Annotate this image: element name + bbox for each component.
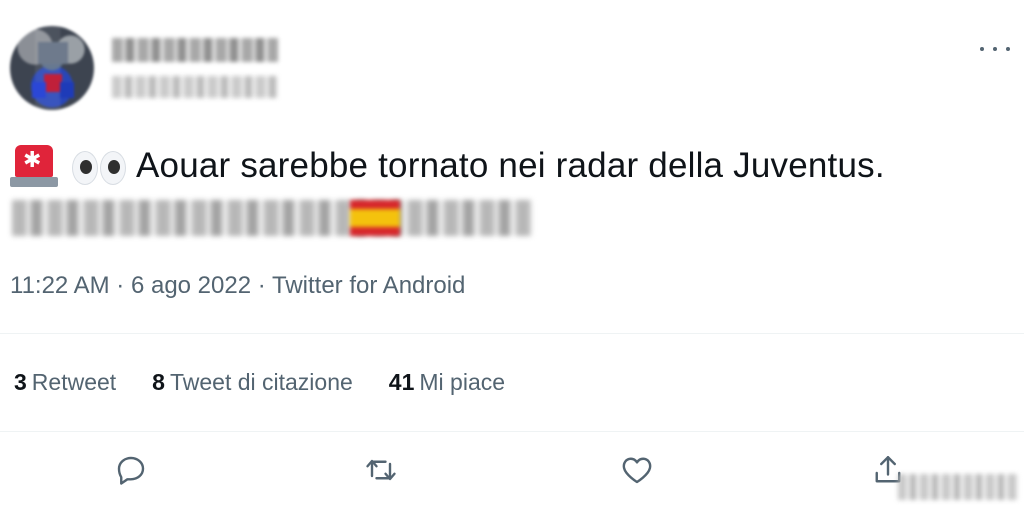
divider: [0, 431, 1024, 432]
police-light-emoji-icon: ✱: [10, 143, 58, 189]
divider: [0, 333, 1024, 334]
reply-icon: [117, 456, 145, 485]
reply-button[interactable]: [113, 452, 149, 488]
likes-label: Mi piace: [419, 369, 506, 395]
retweets-label: Retweet: [31, 369, 117, 395]
meta-separator: ·: [109, 272, 131, 299]
tweet-date[interactable]: 6 ago 2022: [131, 272, 251, 299]
blurred-watermark: [898, 474, 1018, 500]
more-options-button[interactable]: [980, 42, 1010, 56]
retweet-icon: [366, 459, 396, 481]
spain-flag-icon: [350, 200, 400, 236]
tweet-source[interactable]: Twitter for Android: [272, 272, 465, 299]
blurred-source-credit: [12, 200, 532, 236]
user-avatar[interactable]: [10, 26, 94, 110]
eyes-emoji-icon: [70, 143, 126, 189]
dot-icon: [1006, 47, 1010, 51]
tweet-text: Aouar sarebbe tornato nei radar della Ju…: [136, 146, 885, 185]
retweets-stat[interactable]: 3 Retweet: [14, 369, 116, 396]
quote-tweets-stat[interactable]: 8 Tweet di citazione: [152, 369, 353, 396]
quotes-label: Tweet di citazione: [169, 369, 353, 395]
action-bar: [0, 452, 1024, 492]
retweets-count: 3: [14, 369, 27, 395]
meta-separator: ·: [251, 272, 272, 299]
tweet-time[interactable]: 11:22 AM: [10, 272, 110, 299]
like-button[interactable]: [619, 452, 655, 488]
engagement-stats: 3 Retweet 8 Tweet di citazione 41 Mi piace: [14, 369, 541, 396]
dot-icon: [993, 47, 997, 51]
quotes-count: 8: [152, 369, 165, 395]
blurred-username[interactable]: [112, 76, 278, 98]
likes-count: 41: [388, 369, 415, 395]
tweet-body: ✱ Aouar sarebbe tornato nei radar della …: [10, 141, 885, 191]
tweet-metadata: 11:22 AM · 6 ago 2022 · Twitter for Andr…: [10, 272, 465, 300]
dot-icon: [980, 47, 984, 51]
like-icon: [622, 457, 652, 484]
likes-stat[interactable]: 41 Mi piace: [389, 369, 505, 396]
retweet-button[interactable]: [363, 452, 399, 488]
blurred-display-name[interactable]: [112, 38, 278, 62]
